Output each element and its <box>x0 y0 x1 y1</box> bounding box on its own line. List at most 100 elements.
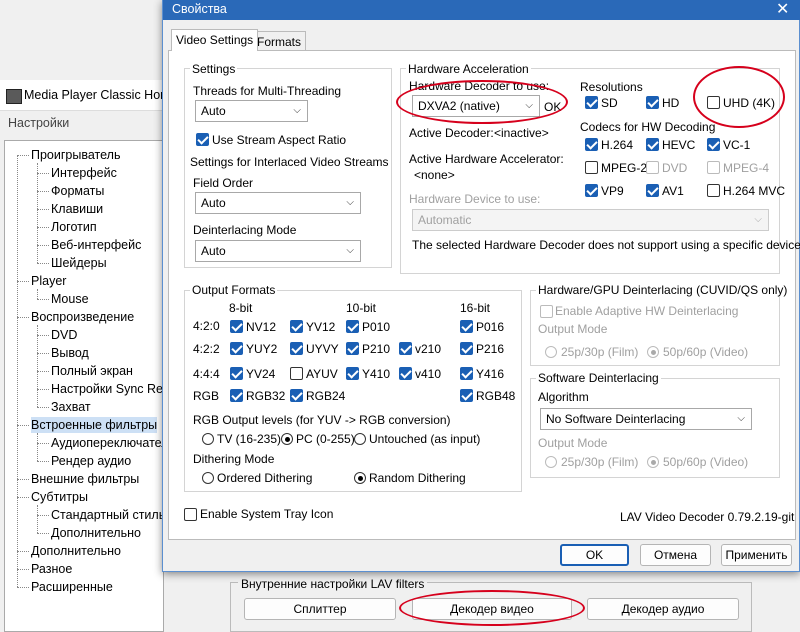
hw-decoder-combo[interactable]: DXVA2 (native) ⌵ <box>412 95 540 117</box>
stream-aspect-checkbox[interactable] <box>196 133 209 146</box>
tree-item[interactable]: Дополнительно <box>31 543 121 559</box>
tree-item[interactable]: Субтитры <box>31 489 88 505</box>
fmt-nv12-checkbox[interactable] <box>230 320 243 333</box>
tree-item[interactable]: Логотип <box>51 219 97 235</box>
adaptive-hw-deint-checkbox[interactable] <box>540 305 553 318</box>
tree-item[interactable]: Захват <box>51 399 91 415</box>
threads-combo[interactable]: Auto ⌵ <box>195 100 308 122</box>
codec-av1-checkbox[interactable] <box>646 184 659 197</box>
tree-item[interactable]: Настройки Sync Ren <box>51 381 163 397</box>
fmt-p010-label: P010 <box>362 320 391 334</box>
fmt-rgb24-checkbox[interactable] <box>290 389 303 402</box>
fmt-p216-checkbox[interactable] <box>460 342 473 355</box>
tree-branch-line <box>17 155 29 156</box>
random-dithering-label: Random Dithering <box>369 471 466 485</box>
fmt-p010-checkbox[interactable] <box>346 320 359 333</box>
tree-item[interactable]: Интерфейс <box>51 165 117 181</box>
codec-mpeg4-checkbox[interactable] <box>707 161 720 174</box>
tree-item[interactable]: Воспроизведение <box>31 309 134 325</box>
fmt-rgb48-label: RGB48 <box>476 389 516 403</box>
tree-branch-line <box>37 245 49 246</box>
fmt-rgb48-checkbox[interactable] <box>460 389 473 402</box>
codec-dvd-checkbox[interactable] <box>646 161 659 174</box>
tree-item[interactable]: Стандартный стиль <box>51 507 163 523</box>
mpc-window-title: Media Player Classic Hom <box>24 88 171 102</box>
tree-item[interactable]: Дополнительно <box>51 525 141 541</box>
hw-decoder-ok[interactable]: OK <box>544 100 561 114</box>
tree-item[interactable]: Разное <box>31 561 72 577</box>
hw-device-combo[interactable]: Automatic ⌵ <box>412 209 769 231</box>
res-uhd-checkbox[interactable] <box>707 96 720 109</box>
tree-item[interactable]: Полный экран <box>51 363 133 379</box>
rgb-pc-radio[interactable] <box>281 433 293 445</box>
row-422-label: 4:2:2 <box>193 342 220 356</box>
random-dithering-radio[interactable] <box>354 472 366 484</box>
tree-item[interactable]: Mouse <box>51 291 89 307</box>
codec-h264mvc-checkbox[interactable] <box>707 184 720 197</box>
tree-item[interactable]: Вывод <box>51 345 89 361</box>
field-order-value: Auto <box>201 196 226 210</box>
tab-video-settings[interactable]: Video Settings <box>171 29 259 51</box>
gpu-film-radio[interactable] <box>545 346 557 358</box>
tree-item[interactable]: Расширенные <box>31 579 113 595</box>
tree-child-line <box>37 289 38 299</box>
codec-vp9-checkbox[interactable] <box>585 184 598 197</box>
fmt-ayuv-checkbox[interactable] <box>290 367 303 380</box>
algorithm-combo[interactable]: No Software Deinterlacing ⌵ <box>540 408 752 430</box>
codec-hevc-checkbox[interactable] <box>646 138 659 151</box>
hw-decoder-value: DXVA2 (native) <box>418 99 500 113</box>
version-label: LAV Video Decoder 0.79.2.19-git <box>620 510 795 524</box>
deinterlacing-mode-combo[interactable]: Auto ⌵ <box>195 240 361 262</box>
rgb-untouched-radio[interactable] <box>354 433 366 445</box>
ok-button[interactable]: OK <box>560 544 629 566</box>
tab-formats[interactable]: Formats <box>252 31 307 51</box>
fmt-yv12-checkbox[interactable] <box>290 320 303 333</box>
codec-h264-checkbox[interactable] <box>585 138 598 151</box>
tree-item[interactable]: Player <box>31 273 66 289</box>
fmt-yuy2-checkbox[interactable] <box>230 342 243 355</box>
video-decoder-button[interactable]: Декодер видео <box>412 598 572 620</box>
fmt-y416-checkbox[interactable] <box>460 367 473 380</box>
tree-child-line <box>37 433 38 461</box>
cancel-button[interactable]: Отмена <box>640 544 711 566</box>
sw-video-radio[interactable] <box>647 456 659 468</box>
tree-item[interactable]: Шейдеры <box>51 255 107 271</box>
fmt-yv24-checkbox[interactable] <box>230 367 243 380</box>
field-order-combo[interactable]: Auto ⌵ <box>195 192 361 214</box>
rgb-tv-radio[interactable] <box>202 433 214 445</box>
fmt-y410-checkbox[interactable] <box>346 367 359 380</box>
tree-item[interactable]: Встроенные фильтры <box>31 417 158 433</box>
tree-item[interactable]: Клавиши <box>51 201 103 217</box>
fmt-p210-checkbox[interactable] <box>346 342 359 355</box>
fmt-rgb32-checkbox[interactable] <box>230 389 243 402</box>
tree-item[interactable]: Аудиопереключател <box>51 435 163 451</box>
tree-branch-line <box>37 335 49 336</box>
res-hd-checkbox[interactable] <box>646 96 659 109</box>
sw-film-radio[interactable] <box>545 456 557 468</box>
fmt-p016-checkbox[interactable] <box>460 320 473 333</box>
fmt-uyvy-checkbox[interactable] <box>290 342 303 355</box>
tree-item[interactable]: DVD <box>51 327 77 343</box>
res-sd-checkbox[interactable] <box>585 96 598 109</box>
fmt-yv24-label: YV24 <box>246 367 276 381</box>
tree-item[interactable]: Веб-интерфейс <box>51 237 141 253</box>
codec-vc1-checkbox[interactable] <box>707 138 720 151</box>
ordered-dithering-radio[interactable] <box>202 472 214 484</box>
gpu-video-radio[interactable] <box>647 346 659 358</box>
sw-deint-label: Software Deinterlacing <box>536 371 661 385</box>
splitter-button[interactable]: Сплиттер <box>244 598 396 620</box>
apply-button[interactable]: Применить <box>721 544 792 566</box>
close-icon[interactable]: ✕ <box>776 0 789 19</box>
system-tray-checkbox[interactable] <box>184 508 197 521</box>
tree-item[interactable]: Форматы <box>51 183 104 199</box>
audio-decoder-button[interactable]: Декодер аудио <box>587 598 739 620</box>
tree-item[interactable]: Внешние фильтры <box>31 471 139 487</box>
fmt-v210-checkbox[interactable] <box>399 342 412 355</box>
codec-mpeg2-checkbox[interactable] <box>585 161 598 174</box>
settings-tree[interactable]: Проигрыватель Интерфейс Форматы Клавиши Лого… <box>4 140 164 632</box>
sw-output-mode-label: Output Mode <box>538 436 608 450</box>
tree-item[interactable]: Проигрыватель <box>31 147 120 163</box>
fmt-v410-checkbox[interactable] <box>399 367 412 380</box>
tree-item[interactable]: Рендер аудио <box>51 453 131 469</box>
dialog-titlebar[interactable] <box>163 0 800 20</box>
